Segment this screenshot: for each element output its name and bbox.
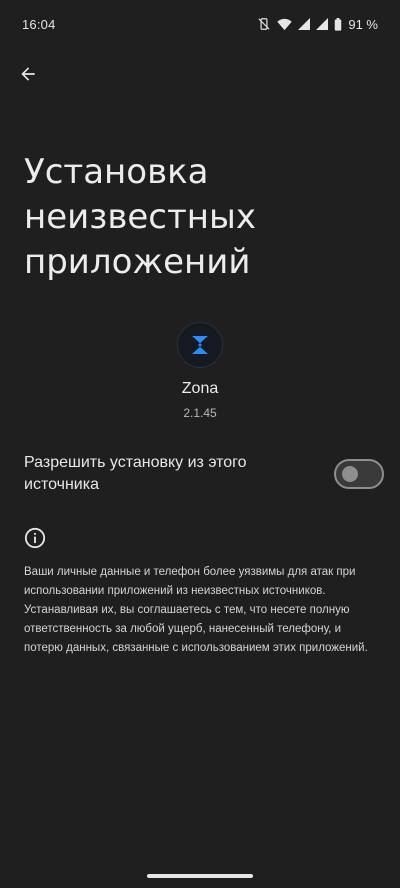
zona-logo-icon <box>177 322 223 368</box>
vibrate-off-icon <box>257 17 271 31</box>
wifi-icon <box>277 18 293 31</box>
battery-icon <box>334 17 342 31</box>
allow-install-switch[interactable] <box>334 459 384 489</box>
page-title: Установка неизвестных приложений <box>24 152 256 282</box>
app-name: Zona <box>181 380 219 397</box>
app-version: 2.1.45 <box>183 406 217 420</box>
allow-install-label: Разрешить установку из этого источника <box>24 454 247 493</box>
signal-icon <box>298 18 311 30</box>
gesture-bar[interactable] <box>147 874 253 878</box>
app-info: Zona 2.1.45 <box>0 322 400 420</box>
allow-install-setting[interactable]: Разрешить установку из этого источника <box>24 452 384 496</box>
arrow-back-icon <box>18 64 38 89</box>
switch-thumb <box>342 466 358 482</box>
back-button[interactable] <box>12 60 44 92</box>
signal-icon-2 <box>316 18 329 30</box>
status-icons: 91 % <box>257 17 378 32</box>
status-time: 16:04 <box>22 16 56 32</box>
warning-text: Ваши личные данные и телефон более уязви… <box>24 566 368 654</box>
status-bar: 16:04 91 % <box>0 0 400 48</box>
battery-percent: 91 % <box>348 16 378 32</box>
info-icon <box>24 527 46 549</box>
